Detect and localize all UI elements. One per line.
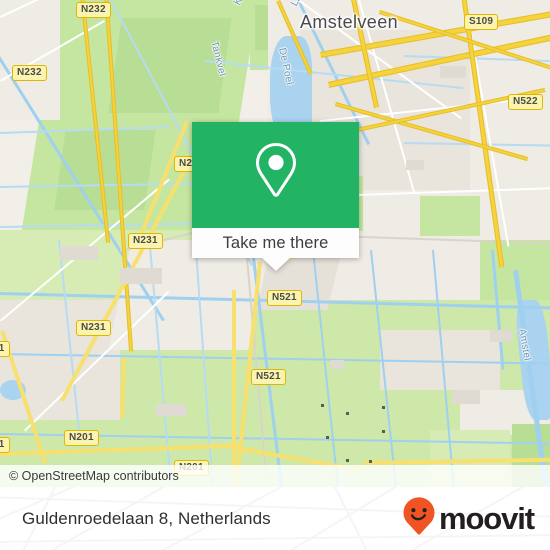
road-shield: 01 (0, 341, 10, 357)
moovit-logo[interactable]: moovit (402, 496, 535, 541)
road-shield: N522 (508, 94, 543, 110)
location-callout-card[interactable]: Take me there (192, 122, 359, 271)
map-attribution-bar: © OpenStreetMap contributors (0, 465, 550, 487)
footer-bar: Guldenroedelaan 8, Netherlands moovit (0, 487, 550, 550)
callout-tail (261, 258, 290, 271)
road-shield: N232 (12, 65, 47, 81)
road-shield: N231 (76, 320, 111, 336)
road-shield: 01 (0, 437, 10, 453)
road-shield: N521 (267, 290, 302, 306)
map-pin-icon (249, 140, 303, 211)
road-shield: N521 (251, 369, 286, 385)
road-shield: S109 (464, 14, 499, 30)
map-canvas[interactable]: KroLangTankvelDe PoelAmstel Amstelveen N… (0, 0, 550, 487)
osm-attribution-text[interactable]: © OpenStreetMap contributors (0, 469, 179, 483)
moovit-map-share-card: KroLangTankvelDe PoelAmstel Amstelveen N… (0, 0, 550, 550)
moovit-wordmark: moovit (438, 501, 535, 536)
take-me-there-label: Take me there (222, 233, 329, 252)
location-address: Guldenroedelaan 8, Netherlands (22, 508, 271, 528)
road-shield: N231 (128, 233, 163, 249)
callout-icon-panel (192, 122, 359, 228)
road-shield: N201 (64, 430, 99, 446)
moovit-pin-smile-icon (402, 496, 436, 541)
road-shield: N232 (76, 2, 111, 18)
callout-action-panel[interactable]: Take me there (192, 228, 359, 271)
